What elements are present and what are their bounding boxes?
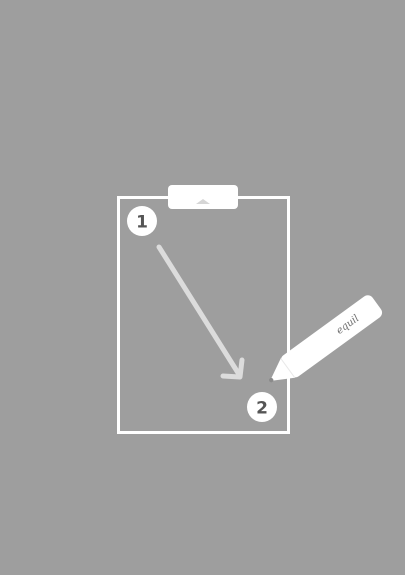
receiver-clip (168, 185, 238, 209)
step-1-label: 1 (136, 213, 148, 233)
diagonal-arrow (156, 244, 245, 380)
step-2-label: 2 (256, 399, 268, 419)
pen-icon: equil (269, 295, 383, 383)
step-1-marker: 1 (127, 206, 157, 236)
calibration-diagram: 1 2 equil (117, 185, 383, 434)
calibration-illustration: 1 2 equil (0, 0, 405, 575)
step-2-marker: 2 (247, 392, 277, 422)
